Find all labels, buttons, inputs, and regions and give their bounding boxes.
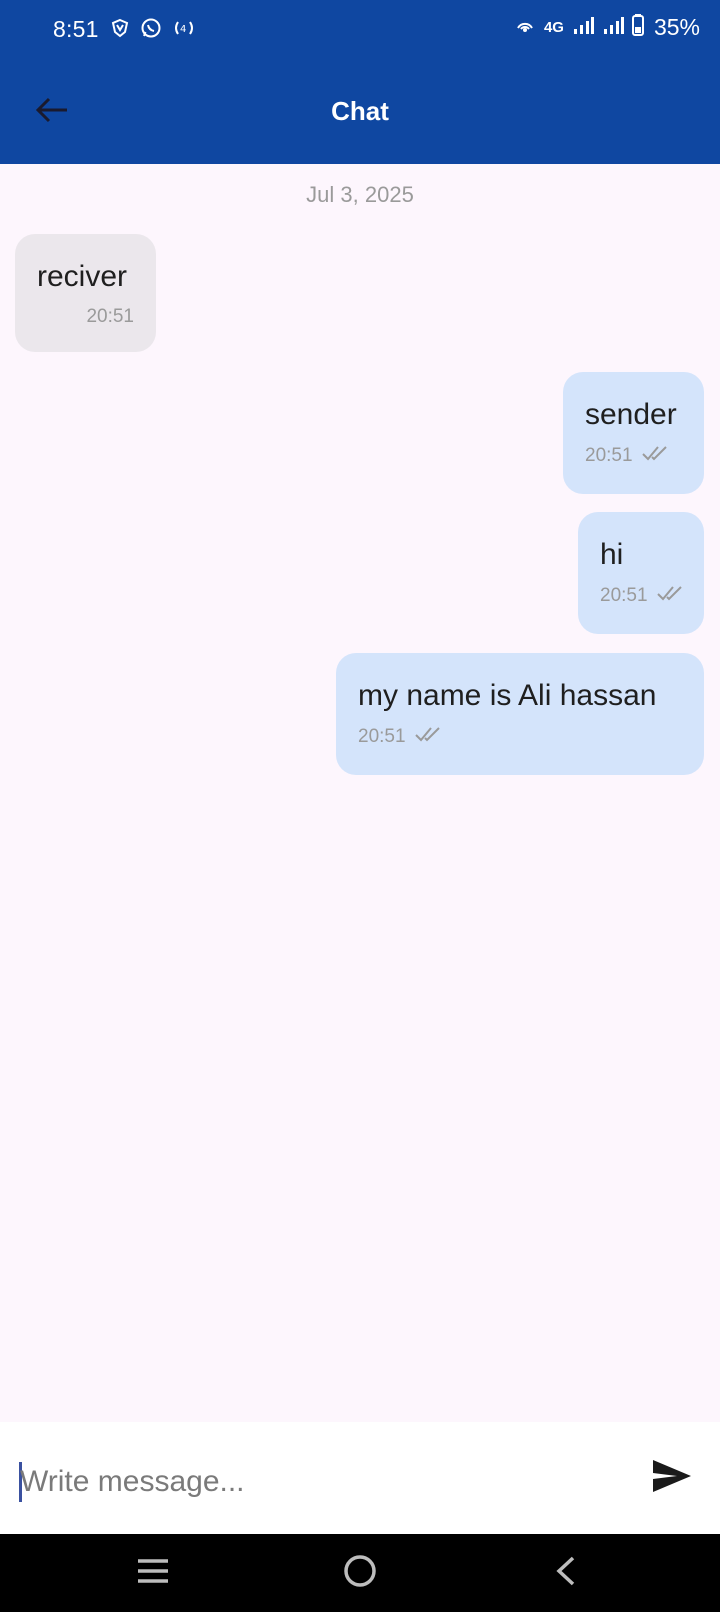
whatsapp-icon (140, 17, 162, 44)
status-bar: 8:51 4 4G 35% (0, 0, 720, 60)
battery-icon (631, 14, 644, 41)
recent-apps-button[interactable] (123, 1550, 183, 1596)
app-bar: Chat (0, 60, 720, 164)
vpn-shield-icon (110, 18, 130, 43)
recent-apps-icon (136, 1557, 170, 1590)
svg-text:4: 4 (180, 24, 186, 35)
send-button[interactable] (648, 1456, 696, 1500)
message-time: 20:51 (86, 306, 134, 327)
home-button[interactable] (330, 1550, 390, 1596)
message-input[interactable] (20, 1452, 610, 1512)
message-composer (0, 1422, 720, 1534)
message-text: reciver (37, 260, 128, 293)
status-time: 8:51 (53, 16, 99, 42)
double-check-icon (656, 584, 686, 608)
double-check-icon (641, 444, 671, 468)
nav-back-button[interactable] (535, 1550, 595, 1596)
signal-icon (572, 15, 594, 40)
back-icon (553, 1555, 577, 1592)
message-text: my name is Ali hassan (358, 679, 657, 712)
chat-area[interactable]: Jul 3, 2025 reciver 20:51 sender 20:51 h… (0, 164, 720, 1422)
signal-icon (602, 15, 624, 40)
message-time: 20:51 (600, 585, 648, 606)
message-bubble-received[interactable]: reciver 20:51 (15, 234, 156, 352)
page-title: Chat (331, 96, 389, 126)
date-separator: Jul 3, 2025 (306, 182, 414, 207)
message-time: 20:51 (358, 726, 406, 747)
wifi-calling-icon (514, 14, 536, 41)
home-icon (342, 1553, 378, 1594)
message-bubble-sent[interactable]: hi 20:51 (578, 512, 704, 634)
message-text: hi (600, 538, 624, 571)
send-icon (651, 1458, 693, 1499)
message-bubble-sent[interactable]: sender 20:51 (563, 372, 704, 494)
system-nav-bar (0, 1534, 720, 1612)
network-type: 4G (543, 19, 564, 36)
hotspot-icon: 4 (172, 18, 196, 43)
message-text: sender (585, 398, 677, 431)
message-bubble-sent[interactable]: my name is Ali hassan 20:51 (336, 653, 704, 775)
message-time: 20:51 (585, 445, 633, 466)
double-check-icon (414, 725, 444, 749)
battery-level: 35% (653, 14, 700, 40)
